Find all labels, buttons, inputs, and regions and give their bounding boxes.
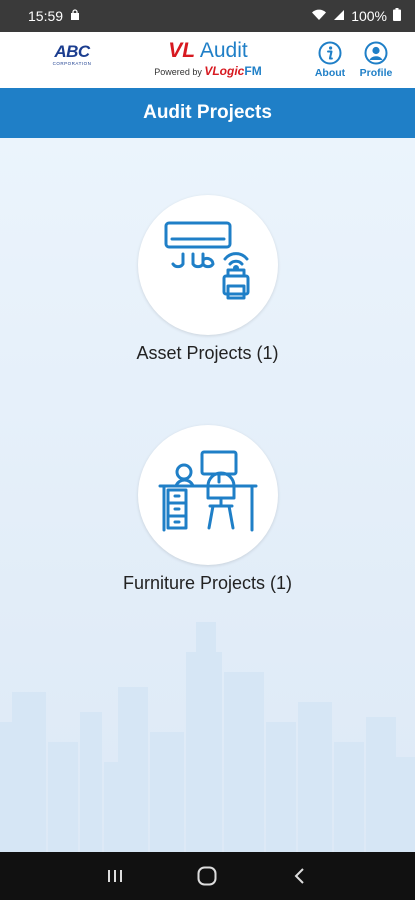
brand-vlogic: VLogic bbox=[204, 64, 245, 78]
powered-by-text: Powered by bbox=[154, 67, 202, 77]
bag-icon bbox=[69, 8, 81, 24]
about-button[interactable]: About bbox=[308, 41, 352, 79]
brand-audit: Audit bbox=[199, 39, 248, 62]
powered-by-line: Powered by VLogicFM bbox=[143, 64, 273, 78]
signal-icon bbox=[333, 8, 345, 24]
company-logo-sub: CORPORATION bbox=[52, 61, 92, 66]
home-icon bbox=[197, 866, 217, 886]
battery-icon bbox=[393, 8, 401, 24]
desk-chair-icon bbox=[158, 448, 258, 543]
recents-button[interactable] bbox=[106, 867, 124, 885]
status-bar: 15:59 100% bbox=[0, 0, 415, 32]
battery-percent: 100% bbox=[351, 8, 387, 24]
recents-icon bbox=[108, 870, 123, 882]
asset-projects-tile[interactable]: Asset Projects (1) bbox=[0, 195, 415, 364]
city-skyline-background bbox=[0, 622, 415, 852]
app-brand-logo: VL Audit Powered by VLogicFM bbox=[143, 39, 273, 78]
furniture-projects-tile[interactable]: Furniture Projects (1) bbox=[0, 425, 415, 594]
air-conditioner-printer-icon bbox=[158, 218, 258, 313]
page-title-bar: Audit Projects bbox=[0, 88, 415, 138]
status-left: 15:59 bbox=[28, 8, 81, 24]
status-time: 15:59 bbox=[28, 8, 64, 24]
main-content: Asset Projects (1) Furniture Projects (1… bbox=[0, 138, 415, 852]
profile-button[interactable]: Profile bbox=[354, 41, 398, 79]
app-header: ABC CORPORATION VL Audit Powered by VLog… bbox=[0, 32, 415, 88]
brand-fm: FM bbox=[244, 64, 262, 78]
info-icon bbox=[308, 41, 352, 65]
status-right: 100% bbox=[311, 8, 401, 24]
back-icon bbox=[294, 868, 304, 884]
system-nav-bar bbox=[0, 852, 415, 900]
profile-label: Profile bbox=[359, 67, 393, 79]
asset-projects-label: Asset Projects (1) bbox=[136, 343, 279, 363]
back-button[interactable] bbox=[291, 867, 309, 885]
page-title: Audit Projects bbox=[143, 102, 272, 123]
brand-vl: VL bbox=[168, 39, 196, 62]
company-logo-text: ABC bbox=[54, 42, 90, 61]
furniture-projects-label: Furniture Projects (1) bbox=[122, 573, 293, 593]
company-logo: ABC CORPORATION bbox=[48, 42, 96, 67]
home-button[interactable] bbox=[196, 865, 218, 887]
user-circle-icon bbox=[354, 41, 398, 65]
about-label: About bbox=[314, 67, 346, 79]
asset-projects-circle[interactable] bbox=[137, 195, 278, 335]
brand-title: VL Audit bbox=[143, 39, 273, 63]
wifi-icon bbox=[311, 8, 327, 24]
furniture-projects-circle[interactable] bbox=[137, 425, 278, 565]
